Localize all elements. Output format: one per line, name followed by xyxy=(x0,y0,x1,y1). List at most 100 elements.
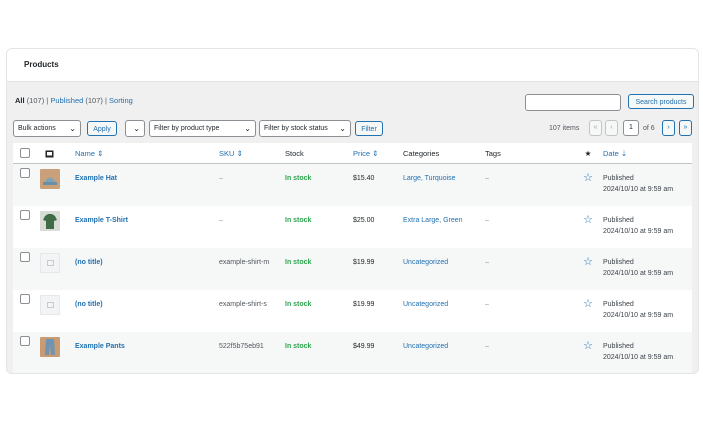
column-tags: Tags xyxy=(485,143,573,164)
image-icon xyxy=(45,150,54,157)
star-icon[interactable]: ☆ xyxy=(573,248,603,268)
header-bar: Products xyxy=(7,49,698,82)
stock-status: In stock xyxy=(285,343,312,350)
search-input[interactable] xyxy=(525,94,621,111)
sku-value: – xyxy=(219,175,223,182)
tags-value: – xyxy=(485,217,489,224)
chevron-down-icon: ⌄ xyxy=(69,124,76,133)
apply-button[interactable]: Apply xyxy=(87,121,117,136)
chevron-down-icon: ⌄ xyxy=(244,124,251,133)
table-row: Example Pants 522f5b75eb91 In stock $49.… xyxy=(13,332,692,373)
tags-value: – xyxy=(485,259,489,266)
star-icon[interactable]: ☆ xyxy=(573,164,603,184)
search-products-button[interactable]: Search products xyxy=(628,94,694,109)
filter-button[interactable]: Filter xyxy=(355,121,383,136)
view-all-count: (107) xyxy=(26,96,45,105)
items-count: 107 items xyxy=(549,125,580,132)
product-name-link[interactable]: Example Hat xyxy=(75,164,219,184)
view-sorting-link[interactable]: Sorting xyxy=(109,96,133,105)
column-stock: Stock xyxy=(285,143,353,164)
publish-status: Published xyxy=(603,175,634,182)
star-icon[interactable]: ☆ xyxy=(573,290,603,310)
sku-value: 522f5b75eb91 xyxy=(219,343,264,350)
publish-date: 2024/10/10 at 9:59 am xyxy=(603,228,674,235)
column-featured: ★ xyxy=(573,143,603,164)
select-all-checkbox[interactable] xyxy=(20,148,30,158)
column-categories: Categories xyxy=(403,143,485,164)
view-filters: All (107) | Published (107) | Sorting xyxy=(15,96,133,105)
table-row: (no title) example-shirt-m In stock $19.… xyxy=(13,248,692,290)
total-pages: of 6 xyxy=(643,125,655,132)
table-row: Example T-Shirt – In stock $25.00 Extra … xyxy=(13,206,692,248)
bulk-actions-select[interactable]: Bulk actions ⌄ xyxy=(13,120,81,137)
column-sku[interactable]: SKU ⇕ xyxy=(219,143,285,164)
stock-status: In stock xyxy=(285,217,312,224)
column-price[interactable]: Price ⇕ xyxy=(353,143,403,164)
stock-status: In stock xyxy=(285,301,312,308)
categories-links[interactable]: Large, Turquoise xyxy=(403,164,485,184)
row-checkbox[interactable] xyxy=(20,168,30,178)
publish-status: Published xyxy=(603,259,634,266)
prev-page-button[interactable]: ‹ xyxy=(605,120,618,136)
first-page-button[interactable]: « xyxy=(589,120,602,136)
placeholder-image-icon[interactable] xyxy=(40,253,60,273)
row-checkbox[interactable] xyxy=(20,294,30,304)
last-page-button[interactable]: » xyxy=(679,120,692,136)
table-header-row: Name ⇕ SKU ⇕ Stock Price ⇕ Categories Ta… xyxy=(13,143,692,164)
stock-status-select[interactable]: Filter by stock status ⌄ xyxy=(259,120,351,137)
sku-value: example-shirt-s xyxy=(219,301,267,308)
publish-date: 2024/10/10 at 9:59 am xyxy=(603,354,674,361)
column-name[interactable]: Name ⇕ xyxy=(75,143,219,164)
publish-date: 2024/10/10 at 9:59 am xyxy=(603,312,674,319)
row-checkbox[interactable] xyxy=(20,210,30,220)
price-value: $19.99 xyxy=(353,259,375,266)
categories-links[interactable]: Uncategorized xyxy=(403,290,485,310)
categories-links[interactable]: Uncategorized xyxy=(403,248,485,268)
price-value: $49.99 xyxy=(353,343,375,350)
publish-date: 2024/10/10 at 9:59 am xyxy=(603,186,674,193)
table-row: Example Hat – In stock $15.40 Large, Tur… xyxy=(13,163,692,206)
publish-status: Published xyxy=(603,343,634,350)
publish-status: Published xyxy=(603,301,634,308)
tags-value: – xyxy=(485,175,489,182)
row-checkbox[interactable] xyxy=(20,336,30,346)
star-icon[interactable]: ☆ xyxy=(573,206,603,226)
price-value: $19.99 xyxy=(353,301,375,308)
stock-status: In stock xyxy=(285,259,312,266)
column-date[interactable]: Date ⇣ xyxy=(603,143,692,164)
tags-value: – xyxy=(485,301,489,308)
sku-value: example-shirt-m xyxy=(219,259,270,266)
category-select[interactable]: ⌄ xyxy=(125,120,145,137)
table-row: (no title) example-shirt-s In stock $19.… xyxy=(13,290,692,332)
product-name-link[interactable]: Example Pants xyxy=(75,332,219,352)
stock-status: In stock xyxy=(285,175,312,182)
page-title: Products xyxy=(24,60,59,69)
view-published-count: (107) xyxy=(85,96,103,105)
products-panel: Products All (107) | Published (107) | S… xyxy=(6,48,699,374)
publish-status: Published xyxy=(603,217,634,224)
next-page-button[interactable]: › xyxy=(662,120,675,136)
sku-value: – xyxy=(219,217,223,224)
categories-links[interactable]: Uncategorized xyxy=(403,332,485,352)
view-all-link[interactable]: All xyxy=(15,96,25,105)
product-name-link[interactable]: Example T-Shirt xyxy=(75,206,219,226)
publish-date: 2024/10/10 at 9:59 am xyxy=(603,270,674,277)
row-checkbox[interactable] xyxy=(20,252,30,262)
tags-value: – xyxy=(485,343,489,350)
product-type-select[interactable]: Filter by product type ⌄ xyxy=(149,120,256,137)
product-name-link[interactable]: (no title) xyxy=(75,290,219,310)
star-icon[interactable]: ☆ xyxy=(573,332,603,352)
price-value: $15.40 xyxy=(353,175,375,182)
chevron-down-icon: ⌄ xyxy=(339,124,346,133)
placeholder-image-icon[interactable] xyxy=(40,295,60,315)
chevron-down-icon: ⌄ xyxy=(133,124,140,133)
tshirt-thumbnail[interactable] xyxy=(40,211,60,231)
price-value: $25.00 xyxy=(353,217,375,224)
pants-thumbnail[interactable] xyxy=(40,337,60,357)
products-table: Name ⇕ SKU ⇕ Stock Price ⇕ Categories Ta… xyxy=(13,143,692,373)
hat-thumbnail[interactable] xyxy=(40,169,60,189)
view-published-link[interactable]: Published xyxy=(50,96,83,105)
current-page-input[interactable]: 1 xyxy=(623,120,639,136)
categories-links[interactable]: Extra Large, Green xyxy=(403,206,485,226)
product-name-link[interactable]: (no title) xyxy=(75,248,219,268)
